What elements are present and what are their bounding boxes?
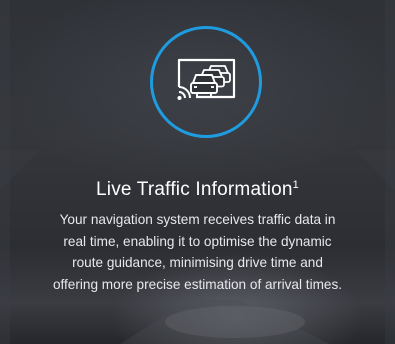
- description-line: real time, enabling it to optimise the d…: [63, 233, 332, 249]
- feature-card: Live Traffic Information1 Your navigatio…: [0, 0, 395, 344]
- feature-description: Your navigation system receives traffic …: [0, 209, 395, 295]
- feature-title-text: Live Traffic Information: [96, 179, 293, 200]
- live-traffic-icon-badge: [150, 26, 262, 138]
- description-line: route guidance, minimising drive time an…: [72, 255, 323, 270]
- live-traffic-icon: [177, 58, 236, 100]
- feature-title: Live Traffic Information1: [0, 178, 395, 202]
- description-line: offering more precise estimation of arri…: [52, 276, 343, 292]
- footnote-marker: 1: [292, 179, 299, 191]
- description-line: Your navigation system receives traffic …: [59, 212, 336, 227]
